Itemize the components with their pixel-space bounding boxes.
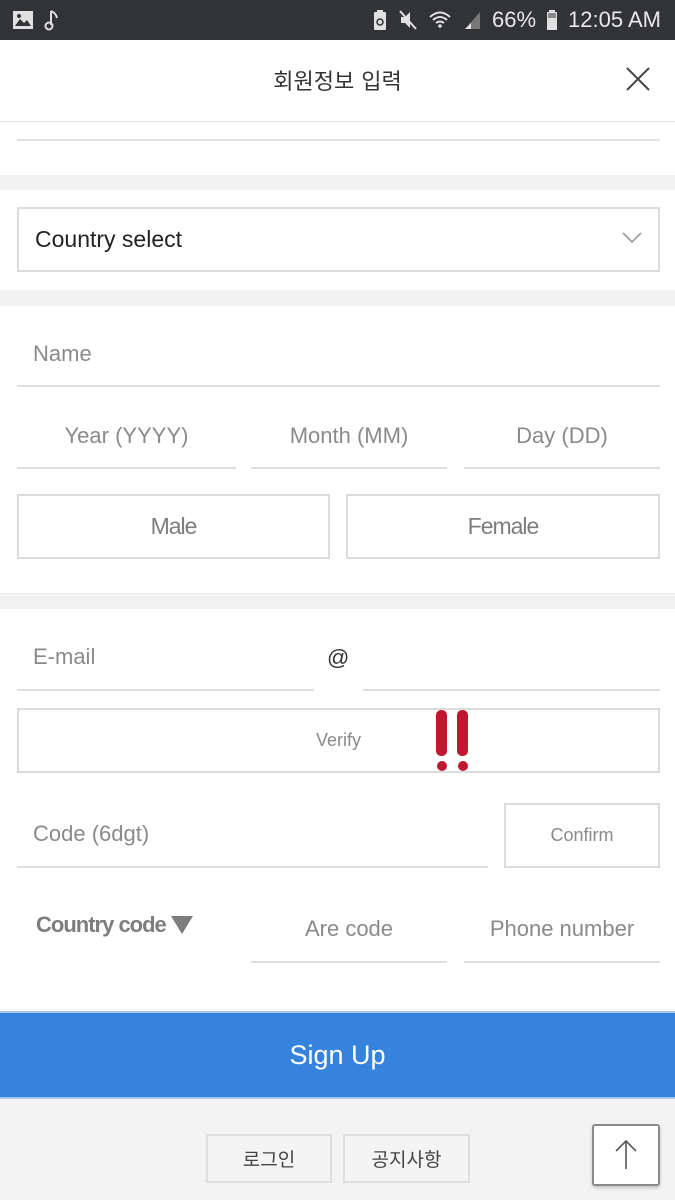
- code-input[interactable]: [17, 802, 488, 866]
- country-select-label: Country select: [35, 226, 183, 252]
- battery-saver-icon: [372, 8, 388, 32]
- country-code-label: Country code: [36, 912, 167, 937]
- gender-male-label: Male: [150, 513, 198, 539]
- login-label: 로그인: [242, 1149, 296, 1171]
- verify-button[interactable]: Verify: [17, 708, 660, 773]
- notice-button[interactable]: 공지사항: [343, 1134, 470, 1183]
- status-bar: 66% 12:05 AM: [0, 0, 675, 40]
- email-domain-field[interactable]: [363, 625, 660, 691]
- email-domain-input[interactable]: [363, 625, 660, 689]
- year-input[interactable]: [17, 404, 236, 467]
- at-symbol: @: [327, 645, 350, 670]
- login-button[interactable]: 로그인: [206, 1134, 332, 1183]
- gender-female-button[interactable]: Female: [346, 494, 660, 559]
- mute-icon: [398, 8, 418, 32]
- close-icon: [626, 67, 650, 91]
- name-field[interactable]: [17, 322, 660, 387]
- alert-icon: [436, 710, 468, 771]
- email-field[interactable]: [17, 625, 314, 691]
- month-field[interactable]: [251, 404, 447, 469]
- country-code-dropdown[interactable]: Country code: [36, 912, 194, 938]
- battery-icon: [546, 8, 558, 32]
- gender-male-button[interactable]: Male: [17, 494, 330, 559]
- area-code-input[interactable]: [251, 897, 447, 961]
- area-code-field[interactable]: [251, 897, 447, 963]
- clock: 12:05 AM: [568, 7, 661, 32]
- verify-label: Verify: [315, 730, 362, 750]
- scroll-top-button[interactable]: [592, 1124, 660, 1186]
- header: 회원정보 입력: [0, 40, 675, 122]
- close-button[interactable]: [623, 64, 653, 94]
- arrow-up-icon: [615, 1139, 637, 1169]
- name-input[interactable]: [17, 322, 660, 385]
- battery-percent: 66%: [492, 7, 537, 32]
- section-separator: [0, 175, 675, 190]
- signal-icon: [464, 8, 482, 32]
- divider: [17, 139, 660, 141]
- day-input[interactable]: [464, 404, 660, 467]
- chevron-down-icon: [622, 232, 642, 244]
- wifi-icon: [428, 8, 454, 32]
- music-note-icon: [44, 8, 60, 32]
- section-separator: [0, 290, 675, 306]
- confirm-button[interactable]: Confirm: [504, 803, 660, 868]
- triangle-down-icon: [170, 916, 193, 934]
- phone-number-input[interactable]: [464, 897, 660, 961]
- email-input[interactable]: [17, 625, 314, 689]
- confirm-label: Confirm: [550, 825, 614, 845]
- gender-female-label: Female: [467, 513, 540, 539]
- image-icon: [12, 8, 34, 32]
- sign-up-label: Sign Up: [289, 1039, 386, 1070]
- phone-number-field[interactable]: [464, 897, 660, 963]
- section-separator: [0, 593, 675, 609]
- footer: 로그인 공지사항: [0, 1099, 675, 1200]
- code-field[interactable]: [17, 802, 488, 868]
- day-field[interactable]: [464, 404, 660, 469]
- page-title: 회원정보 입력: [273, 70, 402, 95]
- sign-up-button[interactable]: Sign Up: [0, 1011, 675, 1099]
- year-field[interactable]: [17, 404, 236, 469]
- notice-label: 공지사항: [371, 1149, 442, 1171]
- country-select-dropdown[interactable]: Country select: [17, 207, 660, 272]
- month-input[interactable]: [251, 404, 447, 467]
